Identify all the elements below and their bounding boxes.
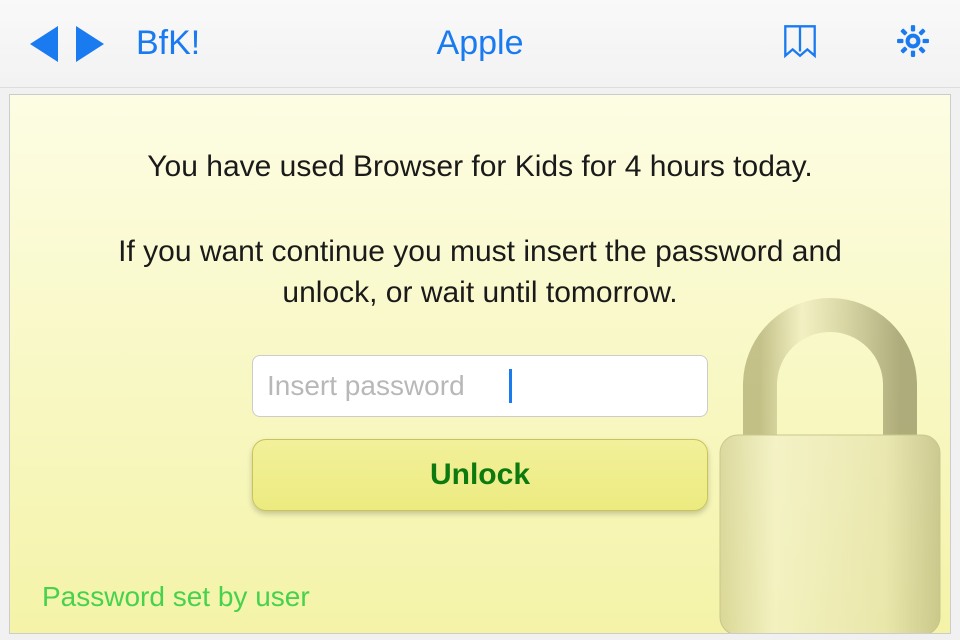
brand-label[interactable]: BfK! [136,24,200,63]
instruction-message: If you want continue you must insert the… [50,232,910,313]
toolbar-right [779,20,930,67]
nav-arrows [30,26,104,62]
gear-icon[interactable] [896,24,930,63]
password-input[interactable] [252,355,708,417]
usage-message: You have used Browser for Kids for 4 hou… [50,150,910,184]
bookmark-icon[interactable] [779,20,821,67]
toolbar: BfK! Apple [0,0,960,88]
text-cursor-icon [509,369,512,403]
unlock-button[interactable]: Unlock [252,439,708,511]
lock-screen: You have used Browser for Kids for 4 hou… [9,94,951,634]
password-input-wrap [252,355,708,417]
footer-status: Password set by user [42,581,310,613]
back-arrow-icon[interactable] [30,26,58,62]
unlock-form: Unlock [50,355,910,511]
page-title: Apple [437,24,524,63]
forward-arrow-icon[interactable] [76,26,104,62]
